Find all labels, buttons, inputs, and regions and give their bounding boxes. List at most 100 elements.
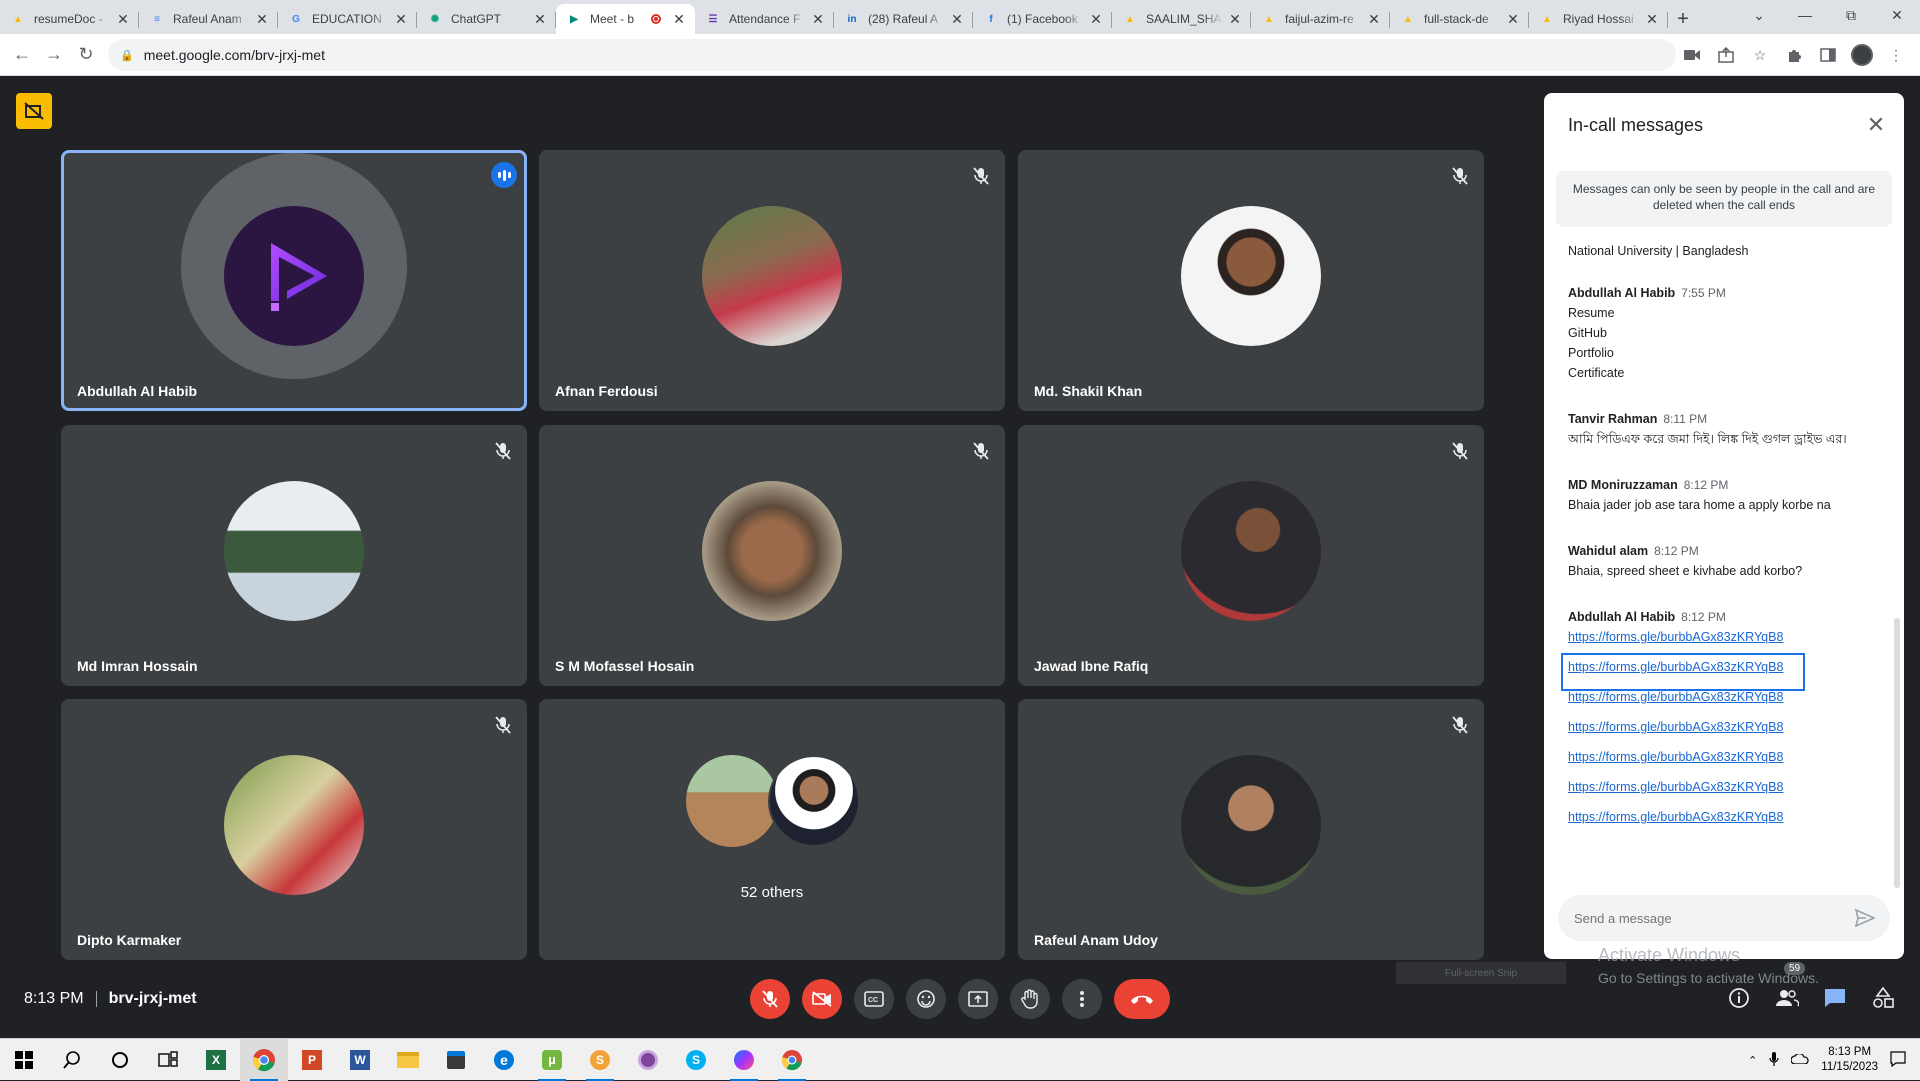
show-hidden-icons-icon[interactable]: ⌃ bbox=[1748, 1054, 1757, 1067]
reload-icon[interactable]: ↻ bbox=[70, 39, 102, 71]
search-icon[interactable] bbox=[48, 1039, 96, 1081]
browser-tab[interactable]: ☰ Attendance F ✕ bbox=[695, 4, 834, 34]
close-tab-icon[interactable]: ✕ bbox=[1088, 11, 1104, 28]
message-link[interactable]: https://forms.gle/burbbAGx83zKRYqB8 bbox=[1568, 717, 1888, 747]
participant-tile[interactable]: Jawad Ibne Rafiq bbox=[1018, 425, 1484, 686]
chrome-second-icon[interactable] bbox=[768, 1039, 816, 1081]
message-input[interactable] bbox=[1574, 910, 1852, 926]
participant-tile[interactable]: Abdullah Al Habib bbox=[61, 150, 527, 411]
notifications-icon[interactable] bbox=[1890, 1050, 1906, 1070]
browser-tab[interactable]: ▲ faijul-azim-re ✕ bbox=[1251, 4, 1390, 34]
close-icon[interactable]: ✕ bbox=[1862, 111, 1890, 139]
address-bar[interactable]: 🔒 meet.google.com/brv-jrxj-met bbox=[108, 39, 1676, 71]
tab-search-icon[interactable]: ⌄ bbox=[1736, 0, 1782, 30]
task-view-icon[interactable] bbox=[144, 1039, 192, 1081]
close-tab-icon[interactable]: ✕ bbox=[810, 11, 826, 28]
browser-tab[interactable]: in (28) Rafeul A ✕ bbox=[834, 4, 973, 34]
browser-tab[interactable]: f (1) Facebook ✕ bbox=[973, 4, 1112, 34]
message-link[interactable]: https://forms.gle/burbbAGx83zKRYqB8 bbox=[1568, 747, 1888, 777]
chat-icon[interactable] bbox=[1819, 982, 1851, 1014]
emoji-reaction-button[interactable] bbox=[906, 979, 946, 1019]
minimize-icon[interactable]: — bbox=[1782, 0, 1828, 30]
file-explorer-icon[interactable] bbox=[384, 1039, 432, 1081]
chat-scrollbar[interactable] bbox=[1894, 618, 1900, 888]
message-time: 7:55 PM bbox=[1681, 286, 1726, 300]
browser-menu-icon[interactable]: ⋮ bbox=[1882, 39, 1910, 71]
microphone-tray-icon[interactable] bbox=[1769, 1051, 1779, 1069]
browser-tab[interactable]: ✺ ChatGPT ✕ bbox=[417, 4, 556, 34]
windows-start-icon[interactable] bbox=[0, 1039, 48, 1081]
close-tab-icon[interactable]: ✕ bbox=[1366, 11, 1382, 28]
participant-tile[interactable]: Dipto Karmaker bbox=[61, 699, 527, 960]
store-icon[interactable] bbox=[432, 1039, 480, 1081]
panel-title: In-call messages bbox=[1568, 115, 1704, 135]
mic-off-button[interactable] bbox=[750, 979, 790, 1019]
browser-tab[interactable]: ≡ Rafeul Anam ✕ bbox=[139, 4, 278, 34]
skype-app-icon[interactable]: S bbox=[576, 1039, 624, 1081]
browser-tab[interactable]: ▲ full-stack-de ✕ bbox=[1390, 4, 1529, 34]
tor-browser-icon[interactable] bbox=[624, 1039, 672, 1081]
captions-button[interactable]: CC bbox=[854, 979, 894, 1019]
camera-in-use-icon[interactable] bbox=[1678, 39, 1706, 71]
browser-tab[interactable]: ▲ Riyad Hossai ✕ bbox=[1529, 4, 1668, 34]
extensions-icon[interactable] bbox=[1780, 39, 1808, 71]
close-tab-icon[interactable]: ✕ bbox=[115, 11, 131, 28]
profile-avatar[interactable] bbox=[1848, 39, 1876, 71]
raise-hand-button[interactable] bbox=[1010, 979, 1050, 1019]
meeting-details-icon[interactable] bbox=[1723, 982, 1755, 1014]
message-link[interactable]: https://forms.gle/burbbAGx83zKRYqB8 bbox=[1568, 687, 1888, 717]
close-tab-icon[interactable]: ✕ bbox=[1227, 11, 1243, 28]
system-clock[interactable]: 8:13 PM 11/15/2023 bbox=[1821, 1045, 1878, 1075]
powerpoint-icon[interactable]: P bbox=[288, 1039, 336, 1081]
recording-indicator-icon[interactable] bbox=[16, 93, 52, 129]
utorrent-icon[interactable]: µ bbox=[528, 1039, 576, 1081]
browser-tab[interactable]: ▲ resumeDoc - ✕ bbox=[0, 4, 139, 34]
people-icon[interactable] bbox=[1771, 982, 1803, 1014]
close-tab-icon[interactable]: ✕ bbox=[254, 11, 270, 28]
activities-icon[interactable] bbox=[1867, 982, 1899, 1014]
close-window-icon[interactable]: ✕ bbox=[1874, 0, 1920, 30]
close-tab-icon[interactable]: ✕ bbox=[671, 11, 687, 28]
bookmark-star-icon[interactable]: ☆ bbox=[1746, 39, 1774, 71]
message-list[interactable]: National University | Bangladesh Abdulla… bbox=[1561, 241, 1888, 863]
close-tab-icon[interactable]: ✕ bbox=[1644, 11, 1660, 28]
share-icon[interactable] bbox=[1712, 39, 1740, 71]
participant-tile[interactable]: Rafeul Anam Udoy bbox=[1018, 699, 1484, 960]
back-icon[interactable]: ← bbox=[6, 39, 38, 71]
in-call-messages-panel: In-call messages ✕ Messages can only be … bbox=[1544, 93, 1904, 959]
send-icon[interactable] bbox=[1852, 905, 1878, 931]
participant-tile[interactable]: Md Imran Hossain bbox=[61, 425, 527, 686]
skype-icon[interactable]: S bbox=[672, 1039, 720, 1081]
message-text: Bhaia, spreed sheet e kivhabe add korbo? bbox=[1568, 564, 1803, 578]
close-tab-icon[interactable]: ✕ bbox=[1505, 11, 1521, 28]
close-tab-icon[interactable]: ✕ bbox=[393, 11, 409, 28]
participant-tile[interactable]: Md. Shakil Khan bbox=[1018, 150, 1484, 411]
forward-icon[interactable]: → bbox=[38, 39, 70, 71]
present-screen-button[interactable] bbox=[958, 979, 998, 1019]
participant-tile[interactable]: S M Mofassel Hosain bbox=[539, 425, 1005, 686]
message-link[interactable]: https://forms.gle/burbbAGx83zKRYqB8 bbox=[1568, 777, 1888, 807]
close-tab-icon[interactable]: ✕ bbox=[532, 11, 548, 28]
browser-tab[interactable]: G EDUCATION ✕ bbox=[278, 4, 417, 34]
edge-icon[interactable]: e bbox=[480, 1039, 528, 1081]
new-tab-icon[interactable]: + bbox=[1668, 4, 1698, 34]
message-link[interactable]: https://forms.gle/burbbAGx83zKRYqB8 bbox=[1568, 807, 1888, 837]
cortana-icon[interactable] bbox=[96, 1039, 144, 1081]
browser-tab[interactable]: ▲ SAALIM_SHA ✕ bbox=[1112, 4, 1251, 34]
leave-call-button[interactable] bbox=[1114, 979, 1170, 1019]
browser-tab[interactable]: ▶ Meet - b ✕ bbox=[556, 4, 695, 34]
messenger-icon[interactable] bbox=[720, 1039, 768, 1081]
excel-icon[interactable]: X bbox=[192, 1039, 240, 1081]
message-link[interactable]: https://forms.gle/burbbAGx83zKRYqB8 bbox=[1568, 627, 1888, 657]
others-tile[interactable]: 52 others bbox=[539, 699, 1005, 960]
chrome-icon[interactable] bbox=[240, 1038, 288, 1081]
close-tab-icon[interactable]: ✕ bbox=[949, 11, 965, 28]
side-panel-icon[interactable] bbox=[1814, 39, 1842, 71]
message-link-focused[interactable]: https://forms.gle/burbbAGx83zKRYqB8 bbox=[1561, 653, 1805, 691]
participant-tile[interactable]: Afnan Ferdousi bbox=[539, 150, 1005, 411]
restore-icon[interactable]: ⧉ bbox=[1828, 0, 1874, 30]
word-icon[interactable]: W bbox=[336, 1039, 384, 1081]
camera-off-button[interactable] bbox=[802, 979, 842, 1019]
onedrive-icon[interactable] bbox=[1790, 1052, 1809, 1067]
more-options-button[interactable] bbox=[1062, 979, 1102, 1019]
